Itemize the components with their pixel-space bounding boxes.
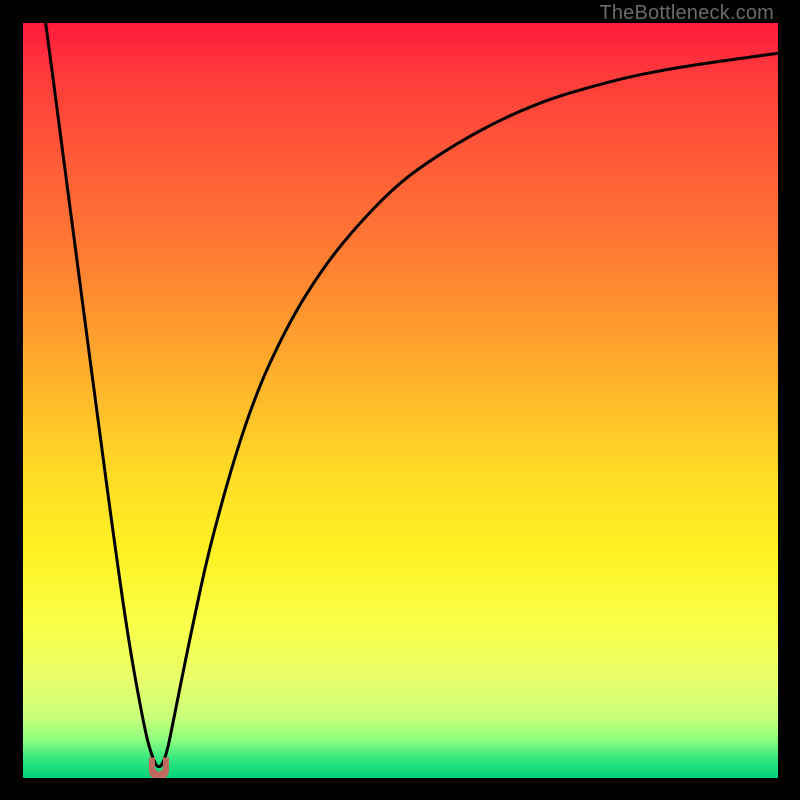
attribution-text: TheBottleneck.com — [599, 2, 774, 25]
plot-area — [23, 23, 778, 778]
curve-layer — [23, 23, 778, 778]
bottleneck-curve — [46, 23, 778, 767]
